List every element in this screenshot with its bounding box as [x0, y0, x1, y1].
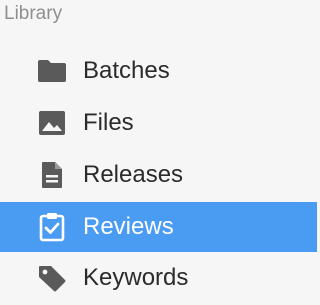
section-title-library: Library — [4, 3, 63, 24]
sidebar-item-reviews[interactable]: Reviews — [0, 202, 317, 252]
sidebar-item-keywords[interactable]: Keywords — [0, 253, 317, 303]
library-sidebar: Library Batches Files Releases Reviews K… — [0, 0, 317, 305]
sidebar-item-label: Files — [83, 109, 134, 136]
document-icon — [37, 162, 67, 188]
sidebar-item-label: Batches — [83, 57, 170, 84]
tag-icon — [37, 265, 67, 292]
sidebar-item-label: Keywords — [83, 264, 189, 291]
clipboard-check-icon — [37, 213, 67, 242]
sidebar-item-label: Releases — [83, 161, 184, 188]
sidebar-item-files[interactable]: Files — [0, 98, 317, 148]
folder-icon — [37, 58, 67, 84]
sidebar-item-batches[interactable]: Batches — [0, 46, 317, 96]
sidebar-item-releases[interactable]: Releases — [0, 150, 317, 200]
sidebar-item-label: Reviews — [83, 213, 174, 240]
image-icon — [37, 110, 67, 136]
